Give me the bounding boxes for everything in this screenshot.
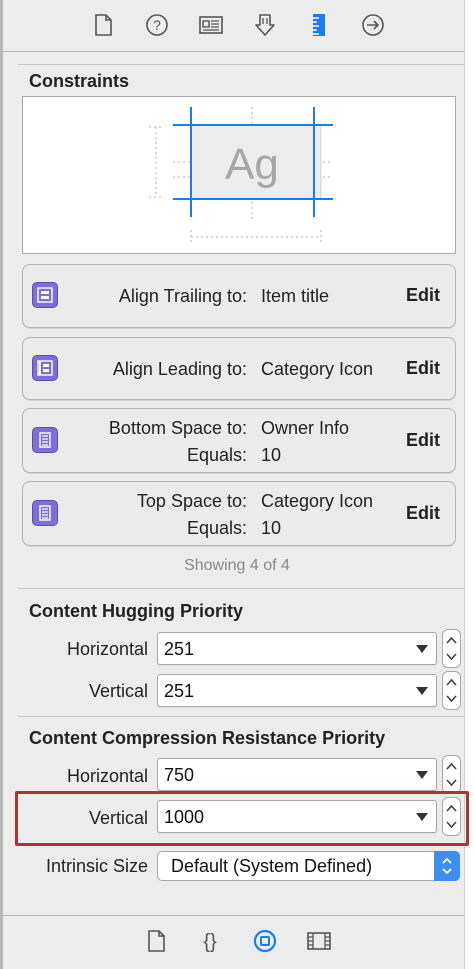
constraint-label: Top Space to: [136,491,247,511]
combo-value: 251 [164,639,195,659]
chevron-down-icon[interactable] [416,771,428,779]
chevron-up-icon[interactable] [445,634,458,646]
hugging-horizontal-combo[interactable]: 251 [157,632,437,665]
separator [18,588,464,589]
intrinsic-size-label: Intrinsic Size [45,856,148,876]
chevron-down-icon[interactable] [445,651,458,663]
constraint-label: Align Trailing to: [118,286,247,306]
intrinsic-size-popup[interactable]: Default (System Defined) [157,851,460,881]
vertical-spacing-icon [32,427,58,453]
edit-button[interactable]: Edit [406,430,440,451]
edit-button[interactable]: Edit [406,358,440,379]
file-template-icon[interactable] [143,928,169,954]
hugging-horizontal-stepper[interactable] [442,629,461,668]
constraints-title: Constraints [29,71,130,91]
constant-value: 10 [261,445,282,465]
constraint-value: Item title [261,286,330,306]
library-toolbar: {} [3,915,464,969]
trailing-constraint-icon [32,282,58,308]
svg-text:?: ? [153,17,161,33]
constraint-bottom-space[interactable]: Bottom Space to: Owner Info Equals: 10 E… [22,408,456,473]
highlight-box [15,791,469,846]
constant-label: Equals: [186,518,247,538]
hugging-horizontal-label: Horizontal [66,639,148,659]
file-icon[interactable] [90,12,116,38]
up-down-chevron-icon [442,857,452,875]
combo-value: 750 [164,765,195,785]
constraint-label: Bottom Space to: [108,418,247,438]
constant-label: Equals: [186,445,247,465]
popup-arrows-button[interactable] [434,851,460,881]
chevron-down-icon[interactable] [416,645,428,653]
constraints-count: Showing 4 of 4 [184,557,290,574]
compression-horizontal-combo[interactable]: 750 [157,758,437,791]
popup-value: Default (System Defined) [171,856,373,876]
separator [18,716,464,717]
constraint-top-space[interactable]: Top Space to: Category Icon Equals: 10 E… [22,481,456,546]
chevron-down-icon[interactable] [445,777,458,789]
chevron-up-icon[interactable] [445,760,458,772]
chevron-down-icon[interactable] [445,693,458,705]
size-ruler-icon[interactable] [306,12,332,38]
hugging-vertical-stepper[interactable] [442,671,461,710]
hugging-title: Content Hugging Priority [29,601,243,621]
svg-text:{}: {} [203,931,217,953]
compression-horizontal-label: Horizontal [66,766,148,786]
constraint-value: Owner Info [261,418,350,438]
chevron-up-icon[interactable] [445,676,458,688]
constraint-label: Align Leading to: [112,359,247,379]
compression-title: Content Compression Resistance Priority [29,728,386,748]
compression-horizontal-stepper[interactable] [442,755,461,794]
chevron-down-icon[interactable] [416,687,428,695]
leading-constraint-icon [32,355,58,381]
constraints-preview: Ag [22,96,456,254]
separator [18,64,464,65]
object-library-icon[interactable] [252,928,278,954]
constraint-value: Category Icon [261,359,374,379]
constraint-value: Category Icon [261,491,374,511]
identity-icon[interactable] [198,12,224,38]
help-icon[interactable]: ? [144,12,170,38]
connections-icon[interactable] [360,12,386,38]
code-snippet-icon[interactable]: {} [197,928,223,954]
constraint-align-leading[interactable]: Align Leading to: Category Icon Edit [22,337,456,400]
hugging-vertical-combo[interactable]: 251 [157,674,437,707]
attributes-icon[interactable] [252,12,278,38]
combo-value: 251 [164,681,195,701]
preview-text: Ag [225,140,279,189]
media-library-icon[interactable] [306,928,332,954]
constant-value: 10 [261,518,282,538]
left-panel-edge [0,0,3,969]
inspector-toolbar: ? [3,0,464,52]
edit-button[interactable]: Edit [406,503,440,524]
constraint-align-trailing[interactable]: Align Trailing to: Item title Edit [22,264,456,328]
vertical-spacing-icon [32,500,58,526]
edit-button[interactable]: Edit [406,285,440,306]
hugging-vertical-label: Vertical [88,681,148,701]
